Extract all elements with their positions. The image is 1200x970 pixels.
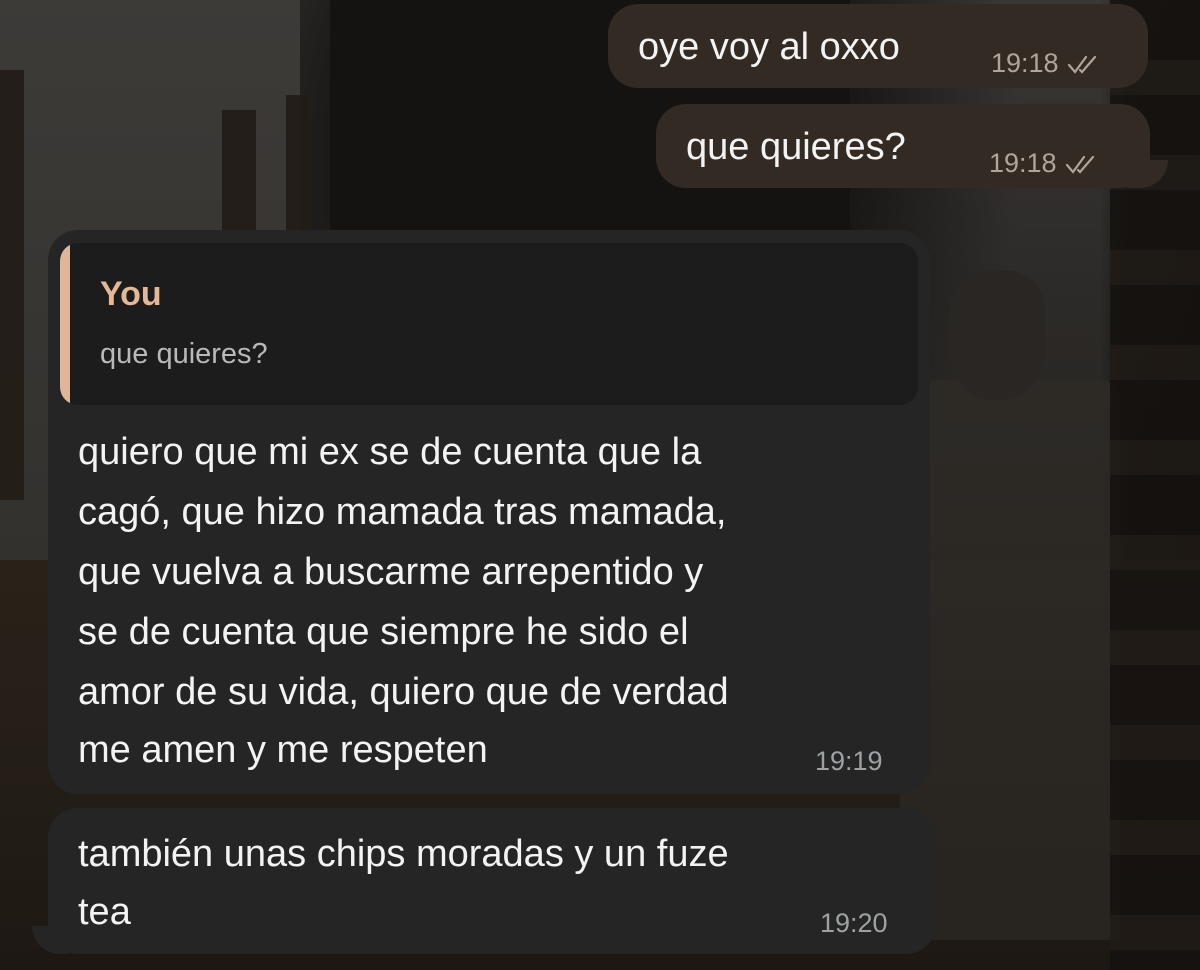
message-text: que quieres? (686, 126, 906, 168)
message-meta: 19:18 (989, 148, 1099, 179)
message-text-line: amor de su vida, quiero que de verdad (78, 671, 729, 713)
message-bubble-outgoing[interactable]: oye voy al oxxo 19:18 (608, 4, 1148, 88)
message-text-line: quiero que mi ex se de cuenta que la (78, 431, 702, 473)
message-text: oye voy al oxxo (638, 26, 900, 68)
double-check-icon (1065, 155, 1094, 174)
wallpaper-hand (950, 270, 1045, 400)
message-bubble-outgoing[interactable]: que quieres? 19:18 (656, 104, 1150, 188)
message-text-line: tea (78, 891, 131, 933)
reply-accent-bar (60, 243, 70, 405)
message-time: 19:18 (989, 148, 1057, 178)
message-meta: 19:18 (991, 48, 1101, 79)
wallpaper-chair-post (0, 70, 24, 500)
message-time: 19:19 (815, 746, 883, 776)
message-text-line: me amen y me respeten (78, 729, 488, 771)
message-time: 19:20 (820, 908, 888, 938)
message-text-line: también unas chips moradas y un fuze (78, 833, 729, 875)
message-text-line: se de cuenta que siempre he sido el (78, 611, 689, 653)
message-text-line: cagó, que hizo mamada tras mamada, (78, 491, 727, 533)
reply-author: You (100, 275, 162, 313)
reply-text: que quieres? (100, 338, 268, 370)
message-time: 19:18 (991, 48, 1059, 78)
message-text-line: que vuelva a buscarme arrepentido y (78, 551, 704, 593)
quoted-reply[interactable]: You que quieres? (60, 243, 918, 405)
double-check-icon (1067, 55, 1096, 74)
